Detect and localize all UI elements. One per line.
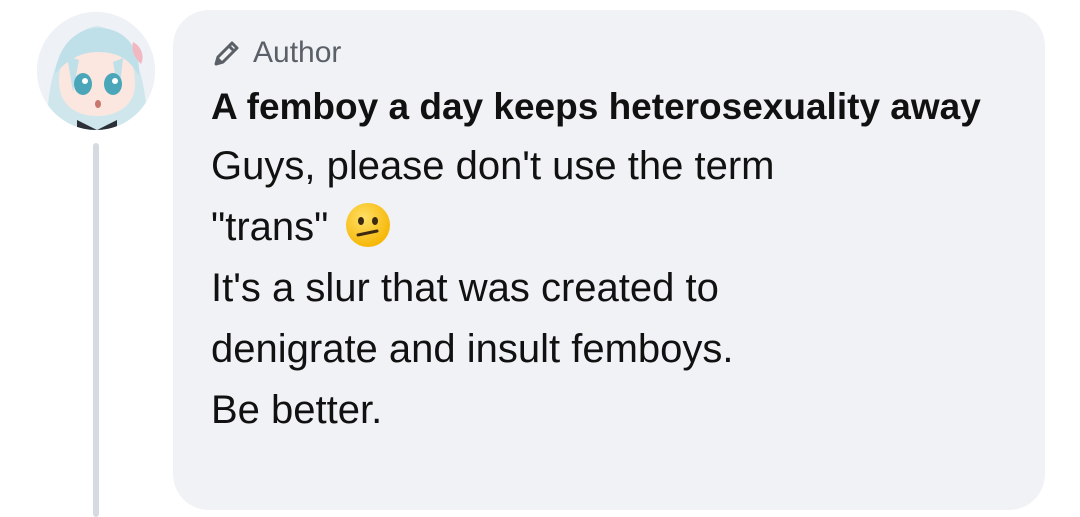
comment-line: It's a slur that was created to [211,266,719,310]
badge-label: Author [253,36,342,69]
pencil-icon [211,37,243,69]
author-badge: Author [211,34,1015,72]
comment-line: "trans" [211,205,329,249]
confused-face-icon [343,200,393,250]
comment-line-with-emoji: "trans" [211,197,1015,258]
comment-text: Guys, please don't use the term "trans" … [211,136,1015,441]
comment-bubble: Author A femboy a day keeps heterosexual… [173,10,1045,510]
thread-line [93,143,99,517]
comment-line: Be better. [211,388,383,432]
author-name[interactable]: A femboy a day keeps heterosexuality awa… [211,78,1001,136]
comment-line: denigrate and insult femboys. [211,327,734,371]
avatar[interactable] [37,12,155,130]
avatar-image [37,12,155,130]
comment-line: Guys, please don't use the term [211,144,775,188]
